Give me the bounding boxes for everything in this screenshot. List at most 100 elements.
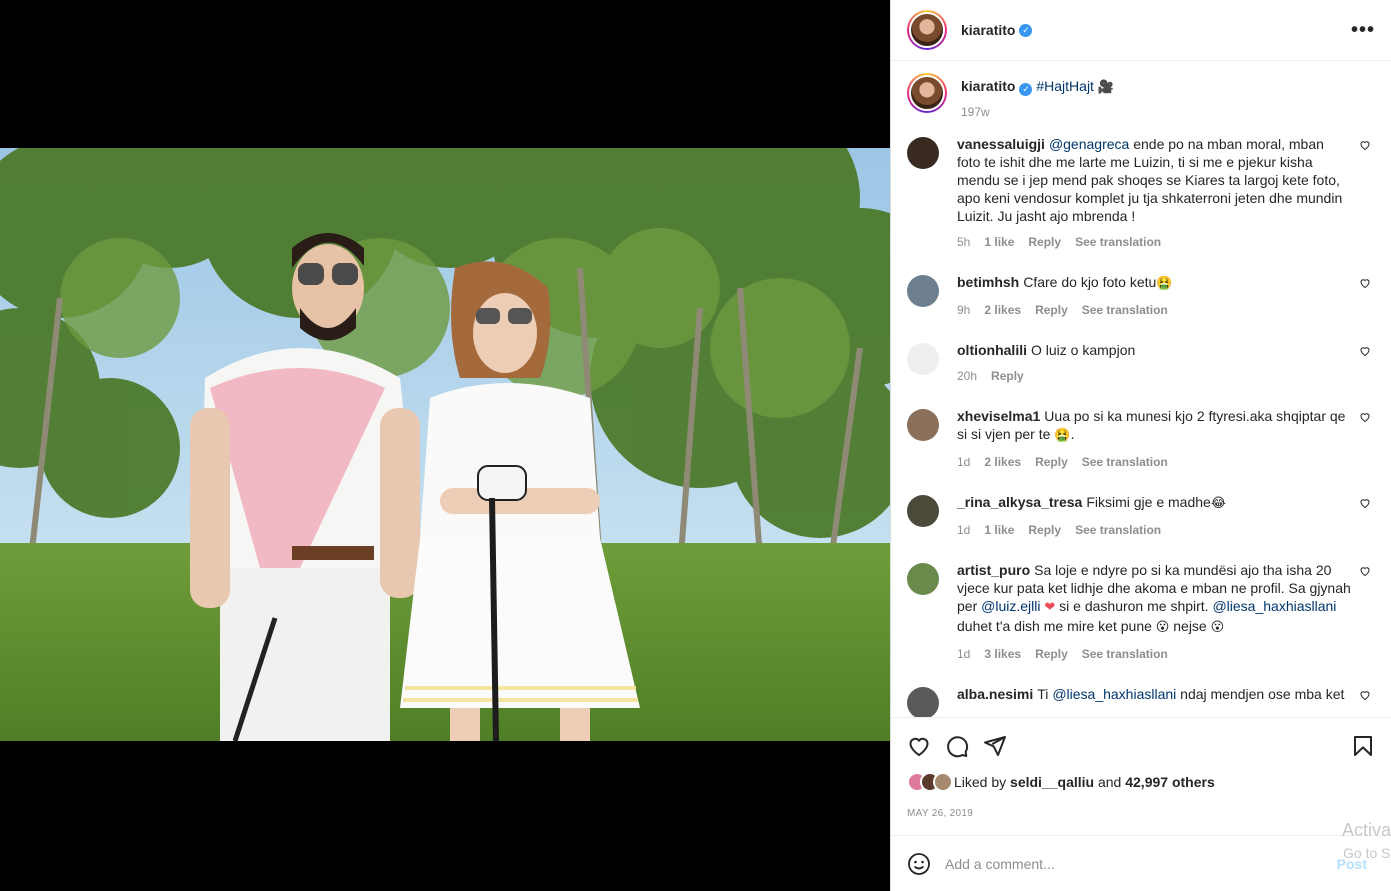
comment-username[interactable]: oltionhalili [957,342,1027,358]
comment-emoji: 🤮. [1054,428,1075,443]
liker-avatar [933,772,953,792]
liked-by-prefix: Liked by [954,774,1007,790]
comments-list[interactable]: kiaratito ✓ #HajtHajt 🎥 197w vanessaluigj… [891,61,1391,717]
liked-by-and: and [1097,774,1122,790]
post-side-panel: kiaratito ✓ ••• kiaratito ✓ #HajtHajt 🎥 1… [890,0,1391,891]
comment-likes[interactable]: 2 likes [984,453,1021,471]
author-username[interactable]: kiaratito [961,22,1015,38]
add-comment-bar: Post [891,835,1391,891]
comment: alba.nesimi Ti @liesa_haxhiasllani ndaj m… [907,685,1375,717]
comment-username[interactable]: alba.nesimi [957,686,1033,702]
comment-mention[interactable]: @liesa_haxhiasllani [1212,598,1336,614]
commenter-avatar[interactable] [907,409,939,441]
comment-mention[interactable]: @genagreca [1049,136,1129,152]
caption-hashtag[interactable]: #HajtHajt [1036,78,1094,94]
like-comment-heart-icon[interactable] [1359,497,1371,509]
more-options-icon[interactable]: ••• [1351,19,1375,42]
windows-activation-watermark: Activa [1342,820,1391,840]
add-comment-input[interactable] [945,855,1337,872]
comment: betimhsh Cfare do kjo foto ketu🤮 9h 2 lik… [907,273,1375,319]
commenter-avatar[interactable] [907,687,939,717]
post-date: MAY 26, 2019 [907,808,974,819]
see-translation-button[interactable]: See translation [1075,233,1161,251]
emoji-smiley-icon[interactable] [907,852,931,876]
post-photo[interactable] [0,148,890,741]
see-translation-button[interactable]: See translation [1075,521,1161,539]
commenter-avatar[interactable] [907,495,939,527]
comment: _rina_alkysa_tresa Fiksimi gje e madhe😂 1… [907,493,1375,539]
comment: vanessaluigji @genagreca ende po na mban … [907,135,1375,251]
liked-by-count[interactable]: 42,997 others [1125,774,1215,790]
reply-button[interactable]: Reply [1035,453,1068,471]
see-translation-button[interactable]: See translation [1082,645,1168,663]
comment-likes[interactable]: 3 likes [984,645,1021,663]
like-comment-heart-icon[interactable] [1359,411,1371,423]
comment-mention[interactable]: @liesa_haxhiasllani [1052,686,1176,702]
reply-button[interactable]: Reply [991,367,1024,385]
windows-activation-watermark-sub: Go to S [1343,845,1391,861]
photo-illustration [0,148,890,741]
see-translation-button[interactable]: See translation [1082,453,1168,471]
commenter-avatar[interactable] [907,563,939,595]
comment-likes[interactable]: 1 like [984,233,1014,251]
post-viewer: kiaratito ✓ ••• kiaratito ✓ #HajtHajt 🎥 1… [0,0,1391,891]
comment-text: si e dashuron me shpirt. [1059,598,1209,614]
media-area [0,0,890,891]
reply-button[interactable]: Reply [1035,645,1068,663]
like-comment-heart-icon[interactable] [1359,565,1371,577]
comment: oltionhalili O luiz o kampjon 20h Reply [907,341,1375,385]
comment-username[interactable]: betimhsh [957,274,1019,290]
like-comment-heart-icon[interactable] [1359,345,1371,357]
comment-time: 20h [957,369,978,383]
comment-username[interactable]: vanessaluigji [957,136,1045,152]
comment-text: ndaj mendjen ose mba ket [1180,686,1345,702]
post-caption: kiaratito ✓ #HajtHajt 🎥 197w [907,73,1375,119]
reply-button[interactable]: Reply [1028,233,1061,251]
reply-button[interactable]: Reply [1035,301,1068,319]
comment-likes[interactable]: 1 like [984,521,1014,539]
comment-text: Ti [1037,686,1049,702]
liked-by-user[interactable]: seldi__qalliu [1010,774,1094,790]
liker-avatars[interactable] [907,772,953,792]
like-comment-heart-icon[interactable] [1359,689,1371,701]
comment-emoji: 😂 [1210,496,1227,511]
red-heart-emoji: ❤ [1044,600,1056,615]
see-translation-button[interactable]: See translation [1082,301,1168,319]
like-comment-heart-icon[interactable] [1359,277,1371,289]
surprised-emoji: 😮 [1155,620,1170,635]
camera-emoji: 🎥 [1097,80,1115,95]
comment-bubble-icon[interactable] [945,734,969,758]
comment-time: 1d [957,455,971,469]
commenter-avatar[interactable] [907,137,939,169]
comment-text: nejse [1173,618,1207,634]
like-comment-heart-icon[interactable] [1359,139,1371,151]
commenter-avatar[interactable] [907,275,939,307]
verified-badge-icon: ✓ [1019,23,1033,37]
post-header: kiaratito ✓ ••• [891,0,1391,61]
comment-text: Fiksimi gje e madhe [1086,494,1211,510]
verified-badge-icon: ✓ [1019,83,1033,96]
comment-mention[interactable]: @luiz.ejlli [981,598,1040,614]
author-avatar[interactable] [907,10,947,50]
share-send-icon[interactable] [983,734,1007,758]
comment-text: O luiz o kampjon [1031,342,1136,358]
comment-time: 1d [957,523,971,537]
surprised-emoji: 😮 [1210,620,1225,635]
comment-time: 9h [957,303,971,317]
comment-text: duhet t'a dish me mire ket pune [957,618,1152,634]
caption-time: 197w [961,105,990,119]
reply-button[interactable]: Reply [1028,521,1061,539]
save-bookmark-icon[interactable] [1351,734,1375,758]
comment-likes[interactable]: 2 likes [984,301,1021,319]
caption-avatar[interactable] [907,73,947,113]
comment-text: Cfare do kjo foto ketu [1023,274,1157,290]
commenter-avatar[interactable] [907,343,939,375]
comment-username[interactable]: artist_puro [957,562,1030,578]
caption-username[interactable]: kiaratito [961,78,1015,94]
comment-emoji: 🤮 [1156,276,1173,291]
action-bar [891,717,1391,777]
comment-username[interactable]: _rina_alkysa_tresa [957,494,1082,510]
comment: artist_puro Sa loje e ndyre po si ka mund… [907,561,1375,663]
like-heart-icon[interactable] [907,734,931,758]
comment-username[interactable]: xheviselma1 [957,408,1040,424]
